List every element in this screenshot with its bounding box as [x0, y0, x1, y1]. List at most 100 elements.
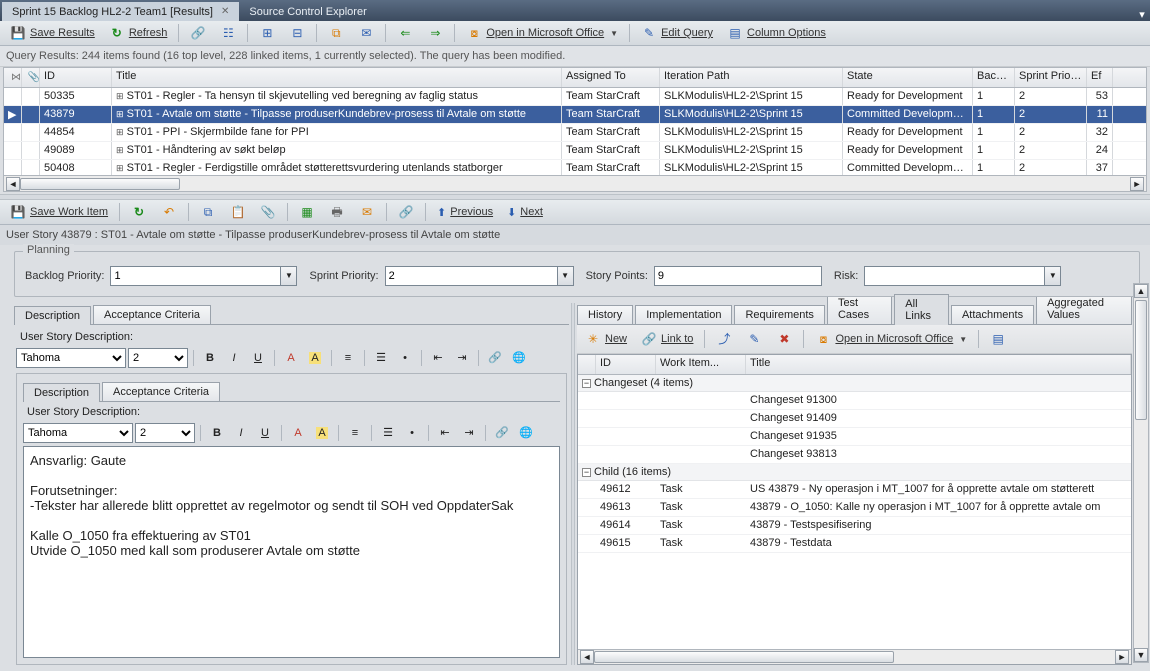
link-row[interactable]: 49613Task43879 - O_1050: Kalle ny operas…: [578, 499, 1131, 517]
undo-button[interactable]: ↶: [155, 201, 183, 223]
save-workitem-button[interactable]: 💾 Save Work Item: [4, 201, 114, 223]
toolbar-icon-1[interactable]: 🔗: [184, 22, 212, 44]
col-backlog[interactable]: Back...: [973, 68, 1015, 87]
indent-button[interactable]: ⇥: [451, 348, 473, 368]
refresh-wi-button[interactable]: ↻: [125, 201, 153, 223]
tab-requirements[interactable]: Requirements: [734, 305, 824, 324]
tab-history[interactable]: History: [577, 305, 633, 324]
bold-button[interactable]: B: [199, 348, 221, 368]
links-col-type[interactable]: Work Item...: [656, 355, 746, 374]
toolbar-wi-3[interactable]: 📎: [254, 201, 282, 223]
outdent-button[interactable]: ⇤: [427, 348, 449, 368]
link-group-header[interactable]: −Child (16 items): [578, 464, 1131, 481]
scroll-right-button[interactable]: ►: [1115, 650, 1129, 664]
scroll-thumb[interactable]: [1135, 300, 1147, 420]
outer-vertical-scrollbar[interactable]: ▲ ▼: [1133, 283, 1149, 663]
scroll-right-button[interactable]: ►: [1130, 177, 1144, 191]
italic-button[interactable]: I: [223, 348, 245, 368]
toolbar-wi-2[interactable]: 📋: [224, 201, 252, 223]
expand-icon[interactable]: ⊞: [116, 109, 124, 119]
toolbar-wi-mail[interactable]: ✉: [353, 201, 381, 223]
links-col-id[interactable]: ID: [596, 355, 656, 374]
fontsize-select-inner[interactable]: 2: [135, 423, 195, 443]
collapse-icon[interactable]: −: [582, 468, 591, 477]
risk-input[interactable]: [864, 266, 1044, 286]
table-row[interactable]: 50408⊞ ST01 - Regler - Ferdigstille områ…: [4, 160, 1146, 175]
tab-aggregated-values[interactable]: Aggregated Values: [1036, 293, 1132, 324]
insert-image-button[interactable]: 🌐: [515, 423, 537, 443]
close-icon[interactable]: ✕: [221, 6, 229, 17]
column-options-button[interactable]: ▤ Column Options: [721, 22, 832, 44]
italic-button[interactable]: I: [230, 423, 252, 443]
expand-icon[interactable]: ⊞: [116, 91, 124, 101]
nav-fwd-button[interactable]: ⇒: [421, 22, 449, 44]
tab-test-cases[interactable]: Test Cases: [827, 293, 892, 324]
insert-link-button[interactable]: 🔗: [484, 348, 506, 368]
toolbar-icon-6[interactable]: ✉: [352, 22, 380, 44]
link-tool-2[interactable]: ✎: [740, 328, 768, 350]
scroll-thumb[interactable]: [594, 651, 894, 663]
toolbar-icon-5[interactable]: ⧉: [322, 22, 350, 44]
risk-dropdown[interactable]: ▼: [1044, 266, 1061, 286]
insert-image-button[interactable]: 🌐: [508, 348, 530, 368]
backlog-priority-input[interactable]: [110, 266, 280, 286]
table-row[interactable]: ▶43879⊞ ST01 - Avtale om støtte - Tilpas…: [4, 106, 1146, 124]
next-button[interactable]: ⬇ Next: [501, 203, 549, 222]
open-office-button[interactable]: ⧇ Open in Microsoft Office ▼: [460, 22, 624, 44]
scroll-down-button[interactable]: ▼: [1134, 648, 1148, 662]
fontsize-select-outer[interactable]: 2: [128, 348, 188, 368]
scroll-left-button[interactable]: ◄: [580, 650, 594, 664]
links-col-title[interactable]: Title: [746, 355, 1131, 374]
table-row[interactable]: 50335⊞ ST01 - Regler - Ta hensyn til skj…: [4, 88, 1146, 106]
tab-source-control[interactable]: Source Control Explorer: [239, 2, 376, 21]
link-tool-3[interactable]: ✖: [770, 328, 798, 350]
links-horizontal-scrollbar[interactable]: ◄ ►: [578, 649, 1131, 664]
link-row[interactable]: 49612TaskUS 43879 - Ny operasjon i MT_10…: [578, 481, 1131, 499]
description-editor[interactable]: Ansvarlig: GauteForutsetninger:-Tekster …: [23, 446, 560, 658]
edit-query-button[interactable]: ✎ Edit Query: [635, 22, 719, 44]
tab-sprint-backlog[interactable]: Sprint 15 Backlog HL2-2 Team1 [Results] …: [2, 2, 239, 21]
indent-button[interactable]: ⇥: [458, 423, 480, 443]
backlog-priority-dropdown[interactable]: ▼: [280, 266, 297, 286]
toolbar-wi-print[interactable]: 🖶: [323, 201, 351, 223]
new-link-button[interactable]: ✳ New: [579, 328, 633, 350]
save-results-button[interactable]: 💾 Save Results: [4, 22, 101, 44]
link-tool-4[interactable]: ▤: [984, 328, 1012, 350]
collapse-icon[interactable]: −: [582, 379, 591, 388]
col-id[interactable]: ID: [40, 68, 112, 87]
previous-button[interactable]: ⬆ Previous: [431, 203, 499, 222]
col-assigned[interactable]: Assigned To: [562, 68, 660, 87]
list-ol-button[interactable]: ☰: [377, 423, 399, 443]
link-row[interactable]: Changeset 93813: [578, 446, 1131, 464]
scroll-up-button[interactable]: ▲: [1134, 284, 1148, 298]
tab-attachments[interactable]: Attachments: [951, 305, 1034, 324]
highlight-button[interactable]: A: [304, 348, 326, 368]
nested-tab-description[interactable]: Description: [23, 383, 100, 402]
list-ul-button[interactable]: •: [394, 348, 416, 368]
link-tool-1[interactable]: ⤴: [710, 328, 738, 350]
link-row[interactable]: 49614Task43879 - Testspesifisering: [578, 517, 1131, 535]
scroll-thumb[interactable]: [20, 178, 180, 190]
col-effort[interactable]: Ef: [1087, 68, 1113, 87]
col-attach[interactable]: 📎: [22, 68, 40, 87]
toolbar-wi-link[interactable]: 🔗: [392, 201, 420, 223]
highlight-button[interactable]: A: [311, 423, 333, 443]
link-to-button[interactable]: 🔗 Link to: [635, 328, 699, 350]
sprint-priority-input[interactable]: [385, 266, 557, 286]
tab-acceptance[interactable]: Acceptance Criteria: [93, 305, 211, 324]
fontcolor-button[interactable]: A: [287, 423, 309, 443]
font-select-inner[interactable]: Tahoma: [23, 423, 133, 443]
col-title[interactable]: Title: [112, 68, 562, 87]
link-row[interactable]: 49615Task43879 - Testdata: [578, 535, 1131, 553]
sprint-priority-dropdown[interactable]: ▼: [557, 266, 574, 286]
col-handle[interactable]: ⋈: [4, 68, 22, 87]
link-open-office-button[interactable]: ⧇ Open in Microsoft Office ▼: [809, 328, 973, 350]
underline-button[interactable]: U: [247, 348, 269, 368]
insert-link-button[interactable]: 🔗: [491, 423, 513, 443]
underline-button[interactable]: U: [254, 423, 276, 443]
link-group-header[interactable]: −Changeset (4 items): [578, 375, 1131, 392]
expand-icon[interactable]: ⊞: [116, 145, 124, 155]
story-points-input[interactable]: [654, 266, 822, 286]
col-iteration[interactable]: Iteration Path: [660, 68, 843, 87]
link-row[interactable]: Changeset 91935: [578, 428, 1131, 446]
